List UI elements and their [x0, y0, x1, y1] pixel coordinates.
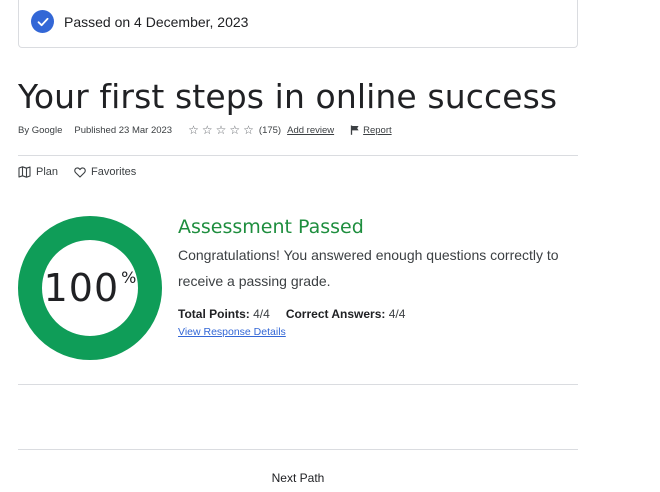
plan-label[interactable]: Plan: [36, 166, 58, 178]
total-points-value: 4/4: [253, 307, 270, 321]
passed-banner: Passed on 4 December, 2023: [18, 0, 578, 48]
divider: [18, 384, 578, 385]
favorites-label[interactable]: Favorites: [91, 166, 136, 178]
flag-icon: [350, 125, 359, 135]
divider: [18, 155, 578, 156]
star-icon[interactable]: ☆: [243, 124, 254, 136]
report-label[interactable]: Report: [363, 125, 392, 136]
star-icon[interactable]: ☆: [188, 124, 199, 136]
total-points: Total Points: 4/4: [178, 307, 270, 321]
page-title: Your first steps in online success: [18, 77, 558, 116]
course-actions: Plan Favorites: [18, 166, 152, 178]
passed-date-text: Passed on 4 December, 2023: [64, 13, 249, 30]
correct-answers-value: 4/4: [388, 307, 406, 321]
map-icon: [18, 166, 31, 178]
course-meta: By Google Published 23 Mar 2023 ☆ ☆ ☆ ☆ …: [18, 123, 392, 137]
report-button[interactable]: Report: [350, 125, 392, 136]
next-path-button[interactable]: Next Path: [18, 471, 578, 485]
star-icon[interactable]: ☆: [216, 124, 227, 136]
correct-answers-label: Correct Answers:: [285, 307, 386, 321]
correct-answers: Correct Answers: 4/4: [286, 307, 406, 321]
score-label: 100 %: [18, 216, 162, 360]
star-icon[interactable]: ☆: [229, 124, 240, 136]
view-response-details-link[interactable]: View Response Details: [178, 326, 286, 338]
rating-count: (175): [258, 124, 282, 136]
score-unit: %: [121, 268, 137, 287]
heart-icon: [74, 166, 86, 178]
result-description: Congratulations! You answered enough que…: [178, 247, 559, 289]
check-circle-icon: [31, 10, 54, 33]
score-value: 100: [43, 266, 120, 310]
star-icon[interactable]: ☆: [202, 124, 213, 136]
score-summary: Total Points: 4/4 Correct Answers: 4/4: [178, 307, 578, 321]
add-review-link[interactable]: Add review: [287, 125, 334, 136]
total-points-label: Total Points:: [178, 307, 250, 321]
favorites-button[interactable]: Favorites: [74, 166, 136, 178]
published-date: Published 23 Mar 2023: [74, 124, 173, 136]
assessment-result: Assessment Passed Congratulations! You a…: [178, 216, 578, 340]
plan-button[interactable]: Plan: [18, 166, 58, 178]
result-title: Assessment Passed: [178, 216, 364, 238]
divider: [18, 449, 578, 450]
author-label: By Google: [18, 124, 63, 136]
star-rating[interactable]: ☆ ☆ ☆ ☆ ☆: [188, 124, 254, 136]
